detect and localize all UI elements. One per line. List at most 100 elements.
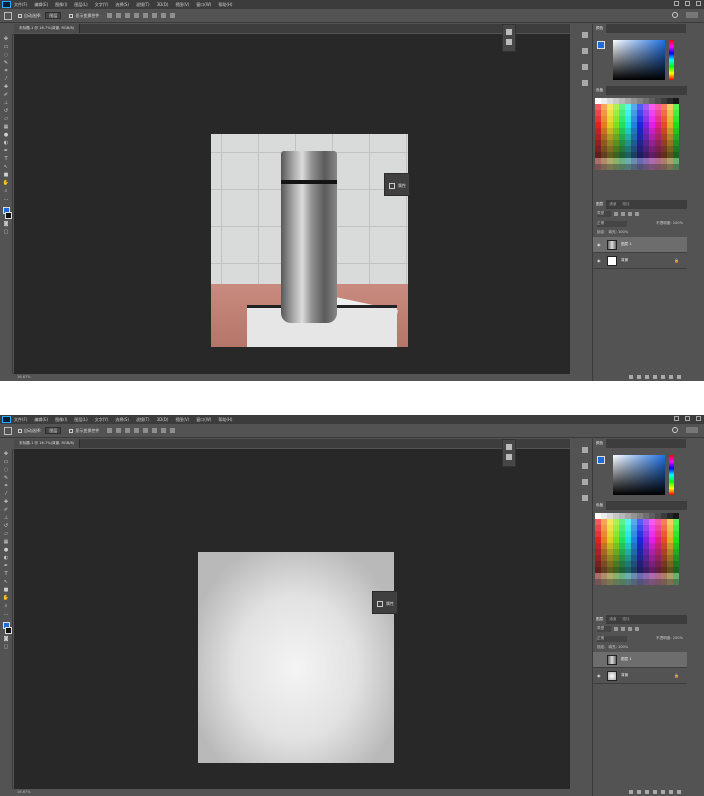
menu-edit[interactable]: 编辑(E) xyxy=(34,0,48,9)
new-layer-icon[interactable] xyxy=(669,790,673,794)
align-left-icon[interactable] xyxy=(134,428,140,433)
align-bottom-icon[interactable] xyxy=(125,13,131,18)
play-action-icon[interactable] xyxy=(506,39,512,45)
eyedropper-tool-icon[interactable]: ⁄ xyxy=(3,491,10,497)
menu-layer[interactable]: 图层(L) xyxy=(74,0,87,9)
adjustments-panel-icon[interactable] xyxy=(582,64,588,70)
maximize-icon[interactable] xyxy=(685,1,690,6)
search-icon[interactable] xyxy=(672,12,678,18)
tab-channels[interactable]: 通道 xyxy=(606,615,619,624)
dodge-tool-icon[interactable]: ◐ xyxy=(3,140,10,146)
move-tool-icon[interactable]: ✥ xyxy=(3,451,10,457)
tab-channels[interactable]: 通道 xyxy=(606,200,619,209)
hue-slider[interactable] xyxy=(669,455,674,495)
color-picker-field[interactable] xyxy=(613,455,665,495)
type-filter-icon[interactable] xyxy=(628,212,632,216)
menu-view[interactable]: 视图(V) xyxy=(175,0,189,9)
shape-filter-icon[interactable] xyxy=(635,212,639,216)
adjustment-layer-icon[interactable] xyxy=(653,375,657,379)
workspace-switcher-icon[interactable] xyxy=(686,427,698,433)
history-panel-icon[interactable] xyxy=(506,29,512,35)
eraser-tool-icon[interactable]: ▱ xyxy=(3,116,10,122)
shape-tool-icon[interactable]: ■ xyxy=(3,587,10,593)
marquee-tool-icon[interactable]: ▭ xyxy=(3,44,10,50)
pen-tool-icon[interactable]: ✒ xyxy=(3,563,10,569)
history-panel-icon[interactable] xyxy=(506,444,512,450)
tab-swatches[interactable]: 色板 xyxy=(593,501,607,510)
align-right-icon[interactable] xyxy=(152,428,158,433)
properties-mini-panel[interactable]: 属性 xyxy=(384,173,410,196)
align-top-icon[interactable] xyxy=(107,428,113,433)
link-layers-icon[interactable] xyxy=(629,375,633,379)
hue-slider[interactable] xyxy=(669,40,674,80)
close-icon[interactable] xyxy=(696,416,701,421)
move-tool-icon[interactable]: ✥ xyxy=(3,36,10,42)
hand-tool-icon[interactable]: ✋ xyxy=(3,180,10,186)
eyedropper-tool-icon[interactable]: ⁄ xyxy=(3,76,10,82)
hand-tool-icon[interactable]: ✋ xyxy=(3,595,10,601)
pixel-filter-icon[interactable] xyxy=(614,212,618,216)
layer-kind-filter[interactable]: 类型 xyxy=(597,211,611,217)
menu-select[interactable]: 选择(S) xyxy=(115,0,129,9)
minimize-icon[interactable] xyxy=(674,1,679,6)
layer-row[interactable]: ◉ 图层 1 xyxy=(593,237,687,253)
blur-tool-icon[interactable]: ● xyxy=(3,132,10,138)
search-icon[interactable] xyxy=(672,427,678,433)
tab-layers[interactable]: 图层 xyxy=(593,200,607,209)
brush-tool-icon[interactable]: ✐ xyxy=(3,92,10,98)
color-panel-icon[interactable] xyxy=(582,32,588,38)
lasso-tool-icon[interactable]: ◌ xyxy=(3,467,10,473)
adjustment-layer-icon[interactable] xyxy=(653,790,657,794)
tab-layers[interactable]: 图层 xyxy=(593,615,607,624)
align-center-icon[interactable] xyxy=(143,428,149,433)
layer-row[interactable]: 图层 1 xyxy=(593,652,687,668)
delete-layer-icon[interactable] xyxy=(677,790,681,794)
adjustment-filter-icon[interactable] xyxy=(621,212,625,216)
maximize-icon[interactable] xyxy=(685,416,690,421)
blur-tool-icon[interactable]: ● xyxy=(3,547,10,553)
pen-tool-icon[interactable]: ✒ xyxy=(3,148,10,154)
tab-swatches[interactable]: 色板 xyxy=(593,86,607,95)
color-picker-field[interactable] xyxy=(613,40,665,80)
shape-filter-icon[interactable] xyxy=(635,627,639,631)
visibility-eye-icon[interactable]: ◉ xyxy=(597,673,605,678)
brush-tool-icon[interactable]: ✐ xyxy=(3,507,10,513)
align-top-icon[interactable] xyxy=(107,13,113,18)
eraser-tool-icon[interactable]: ▱ xyxy=(3,531,10,537)
type-filter-icon[interactable] xyxy=(628,627,632,631)
crop-tool-icon[interactable]: ⌗ xyxy=(3,68,10,74)
document-canvas-flask-photo[interactable] xyxy=(211,134,408,347)
link-layers-icon[interactable] xyxy=(629,790,633,794)
show-transform-checkbox[interactable] xyxy=(69,13,74,18)
dodge-tool-icon[interactable]: ◐ xyxy=(3,555,10,561)
visibility-eye-icon[interactable]: ◉ xyxy=(597,242,605,247)
gradient-tool-icon[interactable]: ▦ xyxy=(3,539,10,545)
zoom-tool-icon[interactable]: ⌕ xyxy=(3,603,10,609)
quick-mask-icon[interactable]: ◙ xyxy=(3,636,10,642)
menu-window[interactable]: 窗口(W) xyxy=(196,415,211,424)
swatches-panel-icon[interactable] xyxy=(582,463,588,469)
align-bottom-icon[interactable] xyxy=(125,428,131,433)
pixel-filter-icon[interactable] xyxy=(614,627,618,631)
move-tool-preset-icon[interactable] xyxy=(4,11,12,20)
swatches-panel-icon[interactable] xyxy=(582,48,588,54)
fill-field[interactable]: 填充: 100% xyxy=(608,645,628,650)
path-select-tool-icon[interactable]: ↖ xyxy=(3,579,10,585)
menu-type[interactable]: 文字(Y) xyxy=(95,415,109,424)
adjustment-filter-icon[interactable] xyxy=(621,627,625,631)
distribute-icon[interactable] xyxy=(170,13,176,18)
tab-color[interactable]: 颜色 xyxy=(593,24,607,33)
color-swatch[interactable] xyxy=(673,579,679,585)
tab-paths[interactable]: 路径 xyxy=(619,200,632,209)
edit-toolbar-icon[interactable]: … xyxy=(3,196,10,202)
add-mask-icon[interactable] xyxy=(645,790,649,794)
play-action-icon[interactable] xyxy=(506,454,512,460)
menu-help[interactable]: 帮助(H) xyxy=(218,415,232,424)
close-icon[interactable] xyxy=(696,1,701,6)
background-color-swatch[interactable] xyxy=(4,627,12,634)
move-tool-preset-icon[interactable] xyxy=(4,426,12,435)
swatch-grid[interactable] xyxy=(595,513,679,585)
distribute-icon[interactable] xyxy=(161,13,167,18)
color-panel-foreground-swatch[interactable] xyxy=(597,41,605,49)
screen-mode-icon[interactable]: ▢ xyxy=(3,644,10,650)
